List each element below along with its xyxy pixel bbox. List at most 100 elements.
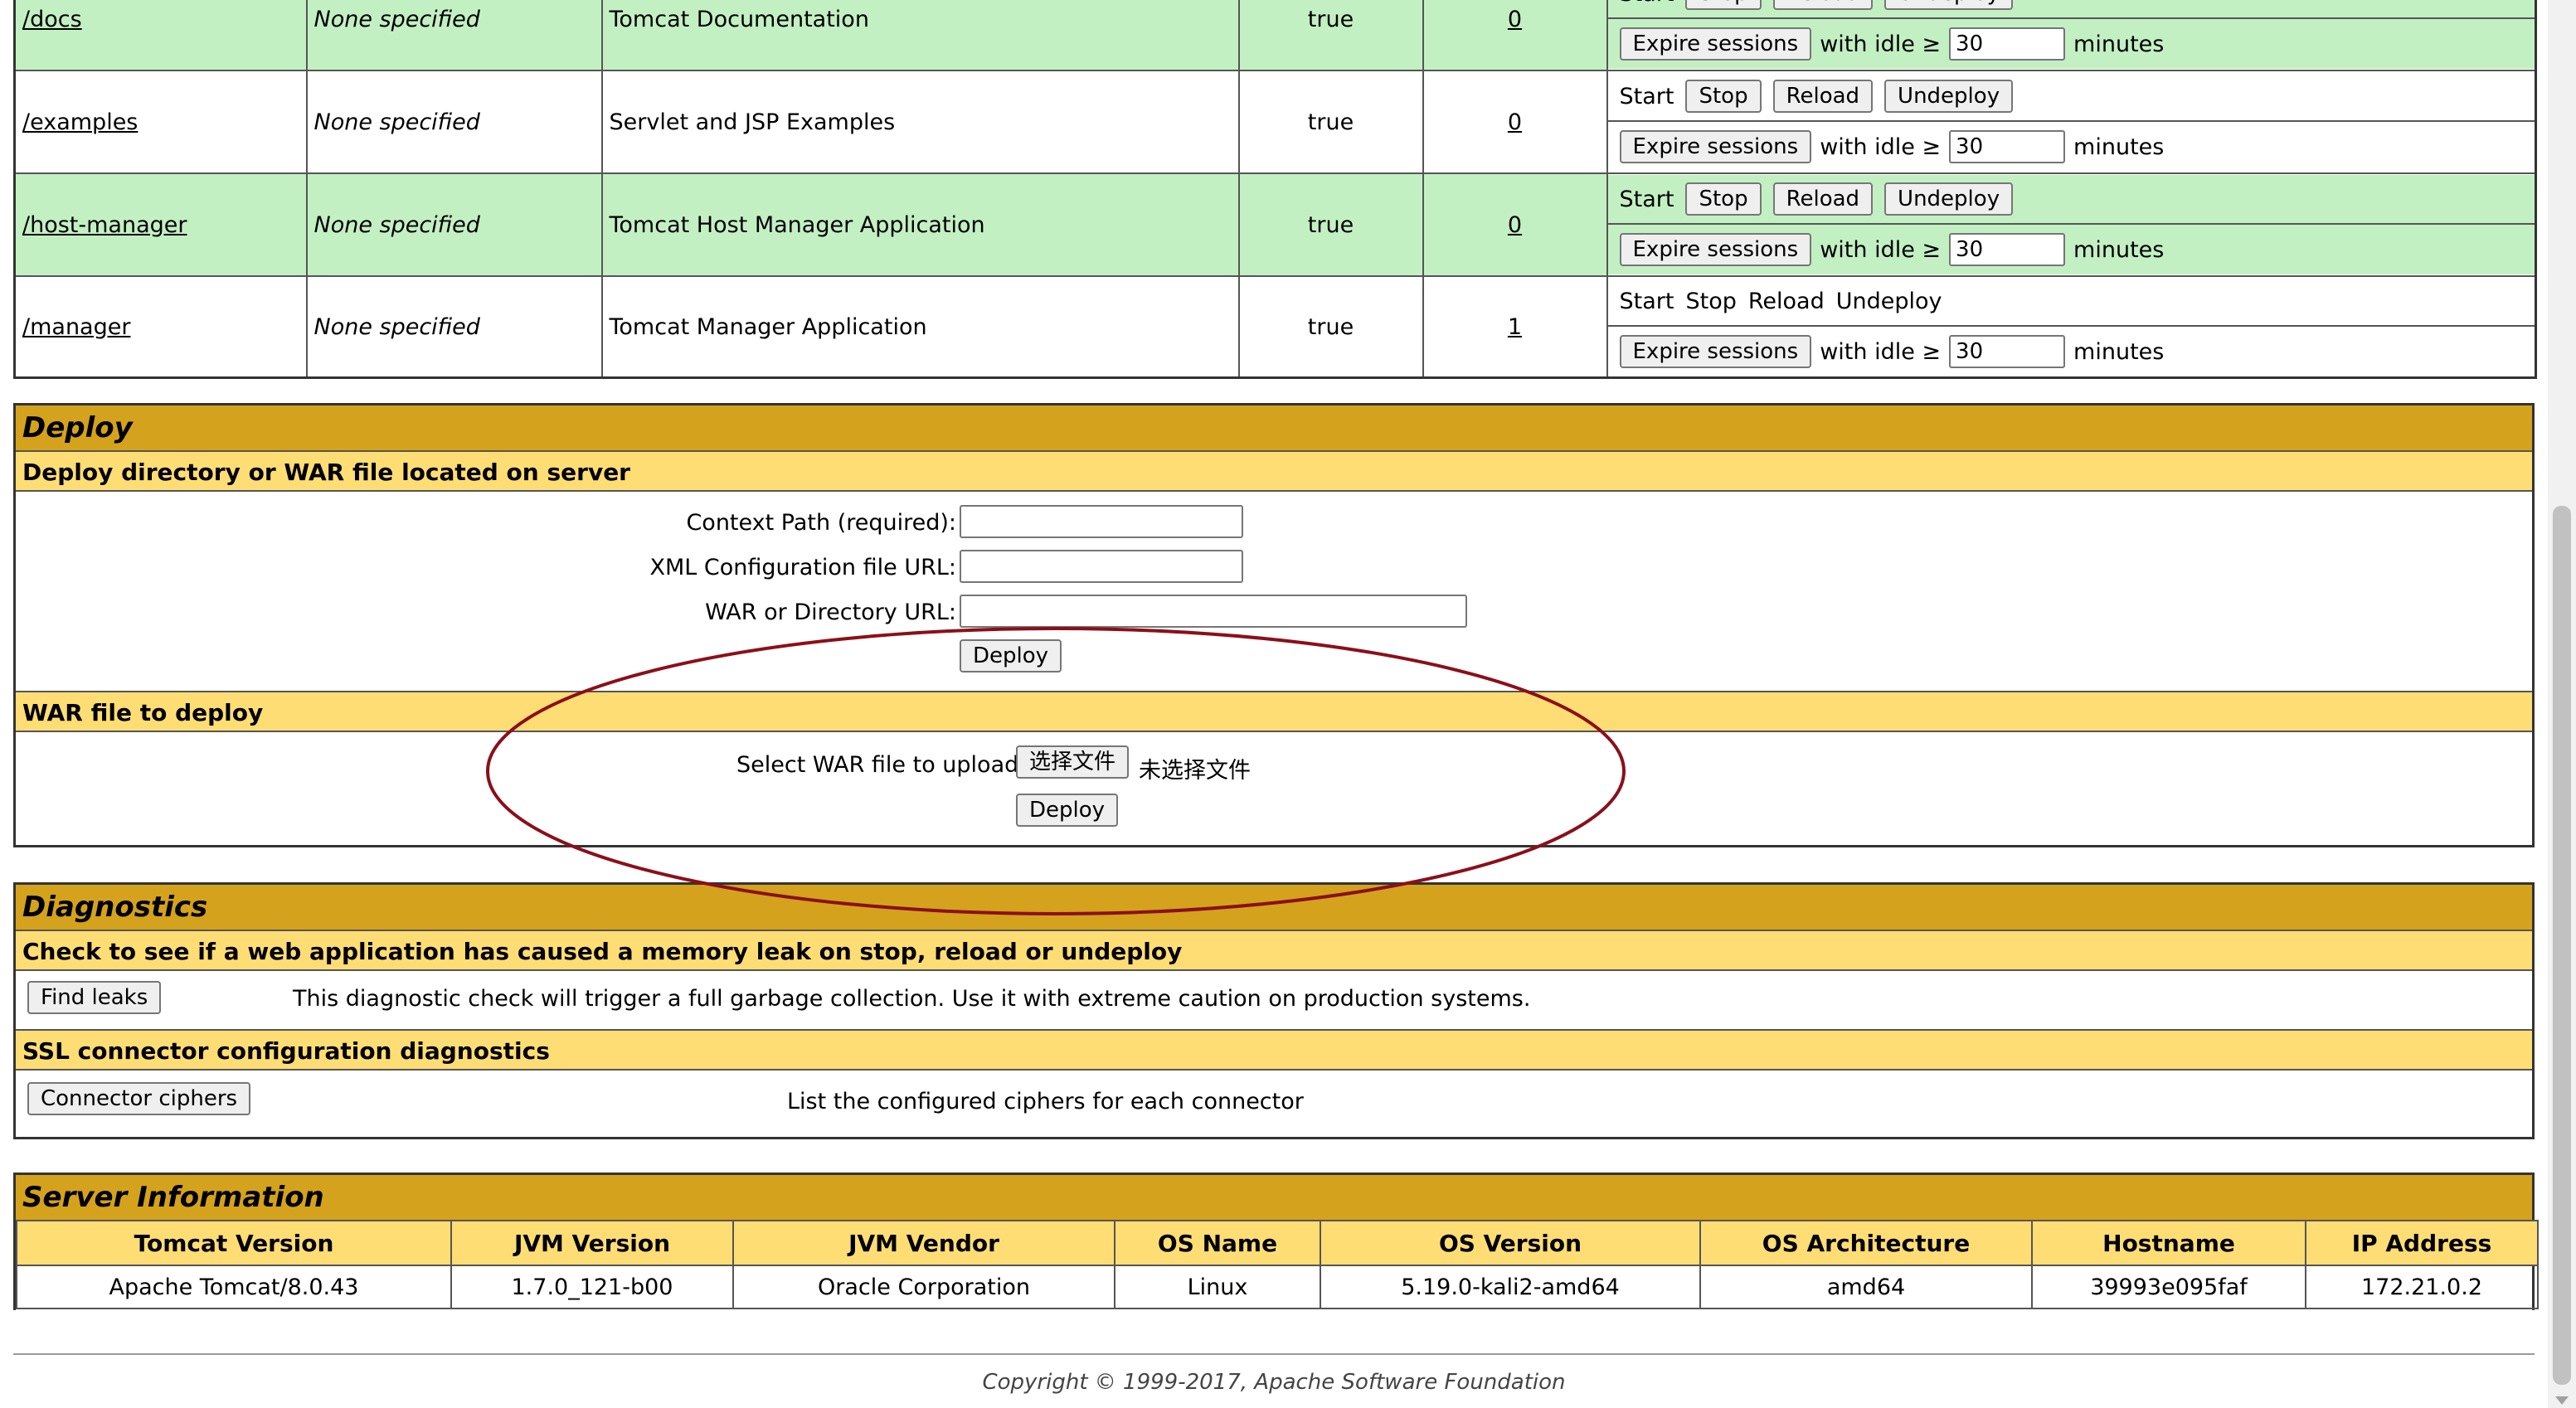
app-display-name: Tomcat Manager Application bbox=[600, 275, 1240, 379]
app-commands-cell: Start Stop Reload Undeploy Expire sessio… bbox=[1606, 0, 2537, 71]
app-sessions-link[interactable]: 0 bbox=[1508, 7, 1522, 32]
with-idle-label: with idle ≥ bbox=[1820, 338, 1942, 365]
minutes-label: minutes bbox=[2073, 31, 2165, 57]
server-info-header: Hostname bbox=[2031, 1220, 2306, 1266]
stop-button[interactable]: Stop bbox=[1685, 182, 1762, 216]
app-path-link[interactable]: /examples bbox=[22, 109, 138, 135]
undeploy-button[interactable]: Undeploy bbox=[1884, 0, 2014, 10]
memory-leak-heading: Check to see if a web application has ca… bbox=[16, 930, 2532, 971]
idle-minutes-input[interactable] bbox=[1949, 233, 2066, 266]
app-path-link[interactable]: /host-manager bbox=[22, 212, 187, 238]
app-running-status: true bbox=[1237, 172, 1424, 277]
start-text: Start bbox=[1619, 288, 1674, 314]
app-version-cell: None specified bbox=[305, 0, 603, 71]
app-path-cell: /manager bbox=[13, 275, 308, 379]
footer-divider bbox=[13, 1353, 2535, 1355]
start-text: Start bbox=[1619, 83, 1674, 109]
deploy-server-heading: Deploy directory or WAR file located on … bbox=[16, 450, 2532, 492]
reload-button[interactable]: Reload bbox=[1772, 80, 1874, 113]
with-idle-label: with idle ≥ bbox=[1820, 236, 1942, 263]
minutes-label: minutes bbox=[2073, 338, 2165, 365]
context-path-input[interactable] bbox=[960, 505, 1243, 538]
expire-sessions-button[interactable]: Expire sessions bbox=[1619, 130, 1812, 163]
app-command-row: Start Stop Reload Undeploy bbox=[1607, 277, 2535, 327]
app-path-cell: /examples bbox=[13, 70, 308, 174]
app-commands-cell: Start Stop Reload Undeploy Expire sessio… bbox=[1606, 172, 2537, 277]
app-running-status: true bbox=[1237, 0, 1424, 71]
annotation-ellipse bbox=[486, 627, 1626, 915]
app-sessions-cell: 0 bbox=[1422, 172, 1608, 277]
server-info-header: OS Version bbox=[1320, 1220, 1701, 1266]
app-sessions-link[interactable]: 0 bbox=[1508, 109, 1522, 135]
app-commands-cell: Start Stop Reload Undeploy Expire sessio… bbox=[1606, 275, 2537, 379]
app-path-link[interactable]: /docs bbox=[22, 7, 82, 32]
app-commands-cell: Start Stop Reload Undeploy Expire sessio… bbox=[1606, 70, 2537, 174]
scroll-down-arrow-icon[interactable] bbox=[2555, 1396, 2569, 1405]
app-sessions-link[interactable]: 0 bbox=[1508, 212, 1522, 238]
app-display-name: Servlet and JSP Examples bbox=[600, 70, 1240, 174]
reload-text: Reload bbox=[1747, 288, 1825, 314]
with-idle-label: with idle ≥ bbox=[1820, 134, 1942, 160]
server-info-value: Oracle Corporation bbox=[732, 1265, 1115, 1309]
connector-ciphers-description: List the configured ciphers for each con… bbox=[787, 1089, 1304, 1114]
connector-ciphers-button[interactable]: Connector ciphers bbox=[27, 1082, 251, 1115]
expire-sessions-row: Expire sessions with idle ≥ minutes bbox=[1607, 327, 2535, 376]
vertical-scrollbar[interactable] bbox=[2548, 0, 2576, 1408]
expire-sessions-button[interactable]: Expire sessions bbox=[1619, 335, 1812, 368]
server-info-value: 172.21.0.2 bbox=[2305, 1265, 2539, 1309]
server-info-value: amd64 bbox=[1699, 1265, 2033, 1309]
server-info-value: 5.19.0-kali2-amd64 bbox=[1320, 1265, 1701, 1309]
app-row: /host-manager None specified Tomcat Host M… bbox=[13, 172, 2537, 277]
app-sessions-cell: 0 bbox=[1422, 70, 1608, 174]
scrollbar-thumb[interactable] bbox=[2553, 506, 2571, 1385]
app-row: /docs None specified Tomcat Documentation t… bbox=[13, 0, 2537, 71]
server-info-value: Apache Tomcat/8.0.43 bbox=[16, 1265, 452, 1309]
server-info-value: 1.7.0_121-b00 bbox=[450, 1265, 734, 1309]
server-info-header: JVM Version bbox=[450, 1220, 734, 1266]
minutes-label: minutes bbox=[2073, 134, 2165, 160]
deploy-title: Deploy bbox=[16, 405, 2532, 450]
copyright-footer: Copyright © 1999-2017, Apache Software F… bbox=[982, 1370, 1566, 1395]
xml-config-input[interactable] bbox=[960, 550, 1243, 583]
idle-minutes-input[interactable] bbox=[1949, 130, 2066, 163]
app-version-cell: None specified bbox=[305, 172, 603, 277]
server-info-title: Server Information bbox=[16, 1175, 2532, 1220]
app-command-row: Start Stop Reload Undeploy bbox=[1607, 175, 2535, 225]
app-sessions-link[interactable]: 1 bbox=[1508, 314, 1522, 340]
ssl-diagnostics-heading: SSL connector configuration diagnostics bbox=[16, 1029, 2532, 1071]
app-sessions-cell: 0 bbox=[1422, 0, 1608, 71]
minutes-label: minutes bbox=[2073, 236, 2165, 263]
server-info-value: 39993e095faf bbox=[2031, 1265, 2306, 1309]
start-text: Start bbox=[1620, 0, 1674, 7]
expire-sessions-row: Expire sessions with idle ≥ minutes bbox=[1607, 225, 2535, 274]
server-info-table: Tomcat Version JVM Version JVM Vendor OS Na… bbox=[16, 1220, 2539, 1309]
reload-button[interactable]: Reload bbox=[1772, 0, 1874, 10]
idle-minutes-input[interactable] bbox=[1949, 335, 2066, 368]
undeploy-button[interactable]: Undeploy bbox=[1884, 80, 2014, 113]
stop-text: Stop bbox=[1685, 288, 1737, 314]
undeploy-button[interactable]: Undeploy bbox=[1884, 182, 2014, 216]
app-path-cell: /host-manager bbox=[13, 172, 308, 277]
idle-minutes-input[interactable] bbox=[1949, 27, 2066, 61]
app-running-status: true bbox=[1237, 275, 1424, 379]
server-info-header: OS Name bbox=[1114, 1220, 1321, 1266]
find-leaks-button[interactable]: Find leaks bbox=[27, 981, 162, 1014]
xml-config-label: XML Configuration file URL: bbox=[649, 555, 956, 580]
app-version-cell: None specified bbox=[305, 70, 603, 174]
app-command-row: Start Stop Reload Undeploy bbox=[1607, 72, 2535, 122]
server-info-header: IP Address bbox=[2305, 1220, 2539, 1266]
server-info-header: Tomcat Version bbox=[16, 1220, 452, 1266]
server-info-header: JVM Vendor bbox=[732, 1220, 1115, 1266]
reload-button[interactable]: Reload bbox=[1772, 182, 1874, 216]
app-path-link[interactable]: /manager bbox=[22, 314, 130, 340]
expire-sessions-button[interactable]: Expire sessions bbox=[1619, 233, 1812, 266]
expire-sessions-row: Expire sessions with idle ≥ minutes bbox=[1607, 19, 2535, 69]
app-row: /examples None specified Servlet and JSP E… bbox=[13, 70, 2537, 174]
applications-table: /docs None specified Tomcat Documentation t… bbox=[13, 0, 2537, 379]
find-leaks-description: This diagnostic check will trigger a ful… bbox=[293, 986, 1531, 1012]
undeploy-text: Undeploy bbox=[1835, 288, 1942, 314]
stop-button[interactable]: Stop bbox=[1685, 0, 1762, 10]
start-text: Start bbox=[1619, 186, 1674, 212]
stop-button[interactable]: Stop bbox=[1685, 80, 1762, 113]
expire-sessions-button[interactable]: Expire sessions bbox=[1619, 27, 1812, 61]
